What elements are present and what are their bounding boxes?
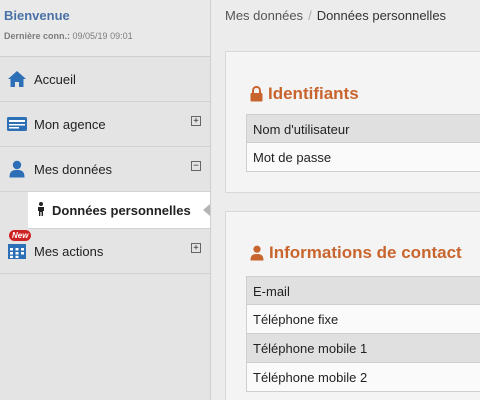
table-row: Téléphone mobile 2 xyxy=(246,363,480,392)
table-row: Mot de passe xyxy=(246,143,480,172)
person-icon xyxy=(36,201,46,219)
breadcrumb-separator: / xyxy=(308,8,312,23)
main-content: Mes données / Données personnelles Identif… xyxy=(212,0,480,400)
active-caret-icon xyxy=(203,204,210,216)
table-row: Nom d'utilisateur xyxy=(246,114,480,143)
identifiants-title-text: Identifiants xyxy=(268,84,359,103)
identifiants-table: Nom d'utilisateur Mot de passe xyxy=(246,114,480,172)
user-icon xyxy=(250,245,264,261)
breadcrumb-parent-link[interactable]: Mes données xyxy=(225,8,303,23)
collapse-toggle[interactable]: − xyxy=(191,161,201,171)
breadcrumb: Mes données / Données personnelles xyxy=(212,0,480,32)
home-icon xyxy=(6,69,28,89)
breadcrumb-current: Données personnelles xyxy=(316,8,447,23)
sidebar-subitem-label: Données personnelles xyxy=(52,202,191,218)
new-badge: New xyxy=(9,230,32,241)
sidebar-item-mes-actions[interactable]: New Mes actions + xyxy=(0,229,210,274)
agency-card-icon xyxy=(6,114,28,134)
contact-table: E-mail Téléphone fixe Téléphone mobile 1… xyxy=(246,276,480,392)
last-connection-label: Dernière conn.: xyxy=(4,31,71,41)
sidebar-subitem-donnees-personnelles[interactable]: Données personnelles xyxy=(28,192,210,229)
table-row: Téléphone fixe xyxy=(246,305,480,334)
welcome-text: Bienvenue xyxy=(4,8,70,23)
sidebar-item-label: Mon agence xyxy=(34,116,106,132)
table-row: E-mail xyxy=(246,276,480,305)
user-icon xyxy=(6,159,28,179)
contact-panel: Informations de contact E-mail Téléphone… xyxy=(225,211,480,400)
contact-title: Informations de contact xyxy=(250,243,462,263)
table-row: Téléphone mobile 1 xyxy=(246,334,480,363)
sidebar-item-label: Mes actions xyxy=(34,243,104,259)
expand-toggle[interactable]: + xyxy=(191,116,201,126)
last-connection-value: 09/05/19 09:01 xyxy=(72,31,133,41)
identifiants-title: Identifiants xyxy=(250,84,359,104)
last-connection: Dernière conn.: 09/05/19 09:01 xyxy=(4,31,210,41)
sidebar-item-label: Mes données xyxy=(34,161,113,177)
sidebar-item-accueil[interactable]: Accueil xyxy=(0,57,210,102)
expand-toggle[interactable]: + xyxy=(191,243,201,253)
sidebar-item-mes-donnees[interactable]: Mes données − xyxy=(0,147,210,192)
sidebar: Bienvenue Dernière conn.: 09/05/19 09:01… xyxy=(0,0,211,400)
calendar-icon xyxy=(6,241,28,261)
contact-title-text: Informations de contact xyxy=(269,243,462,262)
user-box: Bienvenue Dernière conn.: 09/05/19 09:01 xyxy=(0,0,210,57)
lock-icon xyxy=(250,86,263,102)
sidebar-item-mon-agence[interactable]: Mon agence + xyxy=(0,102,210,147)
identifiants-panel: Identifiants Nom d'utilisateur Mot de pa… xyxy=(225,51,480,193)
sidebar-item-label: Accueil xyxy=(34,71,76,87)
